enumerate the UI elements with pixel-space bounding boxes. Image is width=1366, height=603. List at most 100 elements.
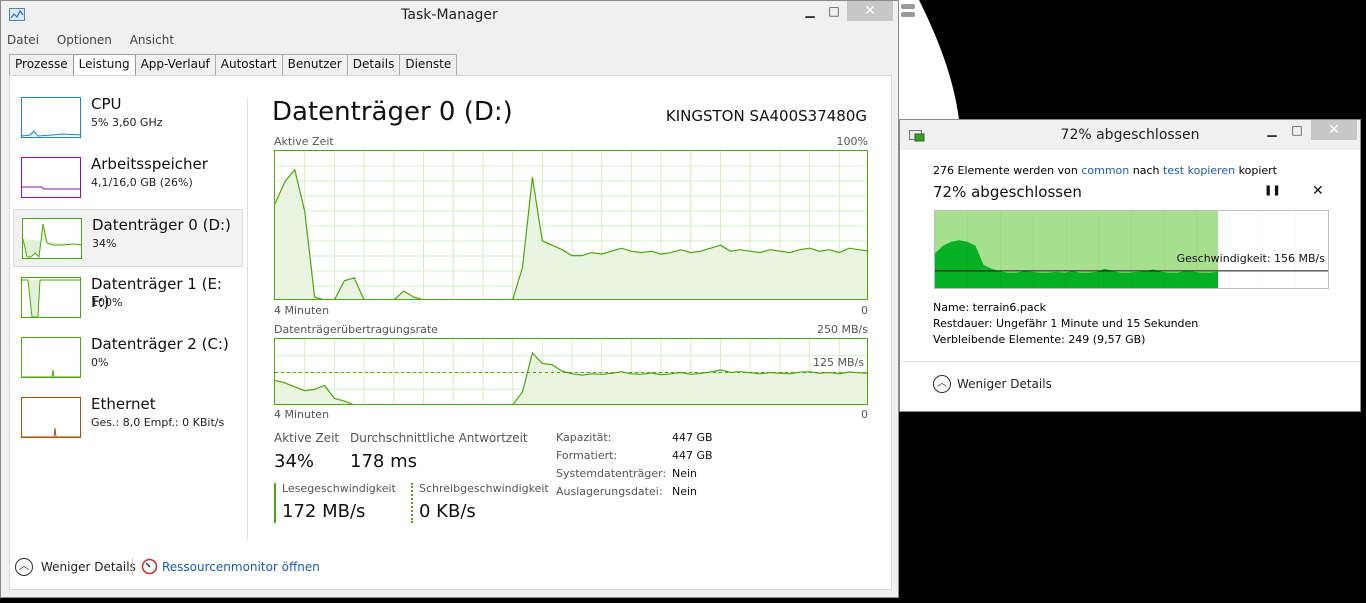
copy-name-value: terrain6.pack — [972, 301, 1047, 314]
graph2-mid-label: 125 MB/s — [813, 356, 864, 369]
copy-remaining-row: Restdauer: Ungefähr 1 Minute und 15 Seku… — [933, 317, 1198, 330]
close-button[interactable]: ✕ — [847, 1, 893, 21]
copy-speed-graph — [934, 210, 1329, 289]
copy-items-value: 249 (9,57 GB) — [1068, 333, 1146, 346]
copy-progress-dialog: 72% abgeschlossen ▁ □ ✕ 276 Elemente wer… — [899, 119, 1361, 412]
info-value-pagefile: Nein — [672, 485, 698, 498]
transfer-rate-graph — [274, 338, 868, 405]
sidebar-value-memory: 4,1/16,0 GB (26%) — [91, 176, 193, 189]
sidebar-label-memory: Arbeitsspeicher — [91, 155, 208, 173]
menu-bar: Datei Optionen Ansicht — [7, 33, 188, 49]
sidebar-value-disk0: 34% — [92, 237, 117, 250]
copy-divider — [900, 361, 1360, 362]
sidebar-value-ethernet: Ges.: 8,0 Empf.: 0 KBit/s — [91, 416, 225, 429]
copy-close-button[interactable]: ✕ — [1311, 120, 1357, 140]
tab-strip: Prozesse Leistung App-Verlauf Autostart Benu… — [9, 54, 458, 77]
sidebar-value-disk2: 0% — [91, 356, 109, 369]
title-bar[interactable]: Task-Manager ▁ □ ✕ — [1, 1, 898, 30]
sidebar-divider — [247, 98, 248, 540]
desktop-background-shape — [899, 0, 959, 120]
cancel-copy-button[interactable]: ✕ — [1312, 183, 1324, 199]
copy-fewer-details-label: Weniger Details — [957, 377, 1052, 391]
copy-description-mid: nach — [1132, 164, 1160, 177]
resource-monitor-label: Ressourcenmonitor öffnen — [162, 560, 320, 574]
source-folder-link[interactable]: common — [1081, 164, 1129, 177]
memory-thumbnail-graph — [21, 157, 81, 198]
sidebar-item-cpu[interactable]: CPU 5% 3,60 GHz — [13, 89, 243, 147]
copy-items-row: Verbleibende Elemente: 249 (9,57 GB) — [933, 333, 1145, 346]
active-time-value: 34% — [274, 451, 315, 472]
tab-prozesse[interactable]: Prozesse — [9, 54, 74, 75]
sidebar-label-disk0: Datenträger 0 (D:) — [92, 216, 231, 234]
resource-monitor-icon — [141, 558, 158, 575]
sidebar-item-ethernet[interactable]: Ethernet Ges.: 8,0 Empf.: 0 KBit/s — [13, 389, 243, 447]
graph1-label: Aktive Zeit — [274, 135, 334, 148]
maximize-button[interactable]: □ — [817, 1, 851, 21]
info-label-formatted: Formatiert: — [556, 449, 618, 462]
tab-benutzer[interactable]: Benutzer — [281, 54, 348, 75]
copy-name-label: Name: — [933, 301, 970, 314]
sidebar-item-memory[interactable]: Arbeitsspeicher 4,1/16,0 GB (26%) — [13, 149, 243, 207]
pause-button[interactable]: ❚❚ — [1264, 185, 1281, 196]
graph1-min-label: 0 — [861, 304, 868, 317]
copy-chevron-up-icon: ︿ — [933, 375, 951, 393]
ethernet-thumbnail-graph — [21, 397, 81, 438]
read-speed-indicator — [274, 483, 276, 523]
active-time-label: Aktive Zeit — [274, 431, 340, 445]
footer-divider — [132, 558, 133, 576]
copy-items-label: Verbleibende Elemente: — [933, 333, 1065, 346]
disk-model: KINGSTON SA400S37480G — [665, 107, 867, 125]
menu-optionen[interactable]: Optionen — [57, 33, 112, 47]
graph1-max-label: 100% — [836, 135, 868, 148]
info-label-capacity: Kapazität: — [556, 431, 612, 444]
menu-datei[interactable]: Datei — [7, 33, 39, 47]
sidebar-item-disk2[interactable]: Datenträger 2 (C:) 0% — [13, 329, 243, 387]
graph2-max-label: 250 MB/s — [817, 323, 868, 336]
tab-leistung[interactable]: Leistung — [72, 54, 136, 77]
active-time-graph — [274, 150, 868, 300]
chevron-up-icon: ︿ — [15, 558, 33, 576]
write-speed-indicator — [411, 483, 413, 523]
copy-name-row: Name: terrain6.pack — [933, 301, 1046, 314]
info-value-formatted: 447 GB — [672, 449, 713, 462]
window-title: Task-Manager — [401, 7, 498, 23]
write-speed-label: Schreibgeschwindigkeit — [419, 482, 549, 495]
disk2-thumbnail-graph — [21, 337, 81, 378]
graph2-min-label: 0 — [861, 408, 868, 421]
disk1-thumbnail-graph — [21, 277, 81, 318]
sidebar-label-cpu: CPU — [91, 95, 122, 113]
fewer-details-label: Weniger Details — [41, 560, 136, 574]
copy-speed-label: Geschwindigkeit: 156 MB/s — [1176, 252, 1325, 265]
graph2-time-label: 4 Minuten — [274, 408, 330, 421]
copy-maximize-button[interactable]: □ — [1280, 120, 1314, 140]
sidebar-label-ethernet: Ethernet — [91, 395, 156, 413]
read-speed-value: 172 MB/s — [282, 501, 366, 522]
menu-ansicht[interactable]: Ansicht — [130, 33, 174, 47]
copy-description-prefix: 276 Elemente werden von — [933, 164, 1078, 177]
disk0-thumbnail-graph — [22, 218, 82, 259]
info-value-system-disk: Nein — [672, 467, 698, 480]
copy-remaining-value: Ungefähr 1 Minute und 15 Sekunden — [995, 317, 1199, 330]
sidebar-value-disk1: 100% — [91, 296, 123, 309]
sidebar-item-disk1[interactable]: Datenträger 1 (E: F:) 100% — [13, 269, 243, 327]
tab-dienste[interactable]: Dienste — [399, 54, 458, 75]
destination-folder-link[interactable]: test kopieren — [1163, 164, 1235, 177]
tab-app-verlauf[interactable]: App-Verlauf — [134, 54, 216, 75]
copy-progress-heading: 72% abgeschlossen — [933, 183, 1082, 201]
write-speed-value: 0 KB/s — [419, 501, 476, 522]
graph2-label: Datenträgerübertragungsrate — [274, 323, 438, 336]
copy-description: 276 Elemente werden von common nach test… — [933, 164, 1277, 177]
tab-autostart[interactable]: Autostart — [214, 54, 283, 75]
copy-title-bar[interactable]: 72% abgeschlossen ▁ □ ✕ — [900, 120, 1360, 150]
tab-details[interactable]: Details — [346, 54, 401, 75]
sidebar-label-disk2: Datenträger 2 (C:) — [91, 335, 229, 353]
read-speed-label: Lesegeschwindigkeit — [282, 482, 396, 495]
response-time-value: 178 ms — [350, 451, 417, 472]
sidebar-item-disk0[interactable]: Datenträger 0 (D:) 34% — [13, 209, 243, 267]
task-manager-window: Task-Manager ▁ □ ✕ Datei Optionen Ansich… — [0, 0, 899, 598]
copy-description-suffix: kopiert — [1238, 164, 1277, 177]
disk-title: Datenträger 0 (D:) — [272, 97, 513, 127]
copy-remaining-label: Restdauer: — [933, 317, 993, 330]
sidebar-value-cpu: 5% 3,60 GHz — [91, 116, 163, 129]
response-time-label: Durchschnittliche Antwortzeit — [350, 431, 528, 445]
